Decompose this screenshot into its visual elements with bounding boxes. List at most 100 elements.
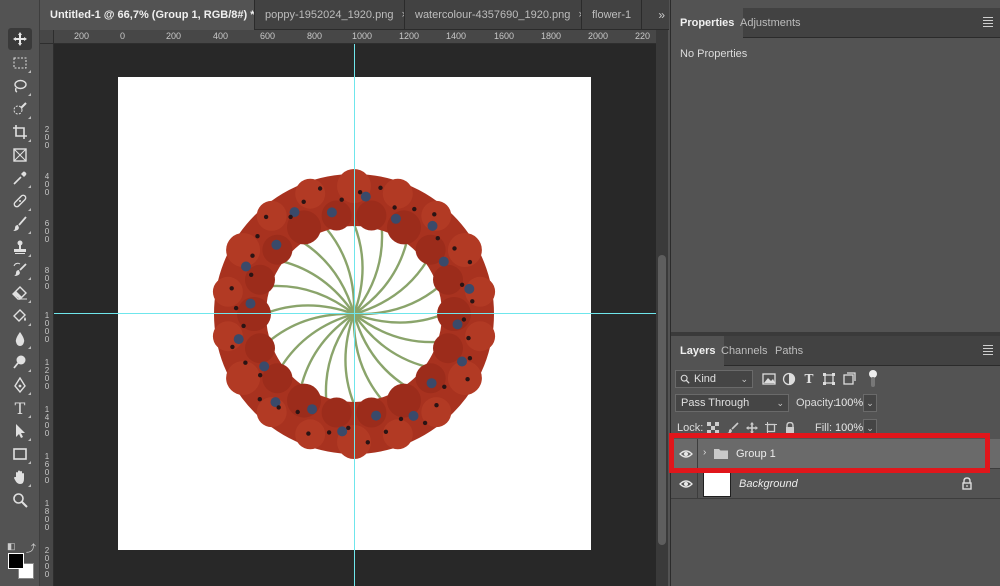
panel-menu-icon[interactable] (983, 17, 993, 29)
tab-adjustments[interactable]: Adjustments (731, 8, 810, 38)
poppy-spot (432, 212, 437, 217)
poppy-center (371, 410, 382, 421)
type-tool[interactable]: T (8, 397, 32, 419)
crop-tool[interactable] (8, 121, 32, 143)
lock-pixels-icon[interactable] (726, 421, 740, 435)
ruler-label: 1000 (352, 31, 373, 41)
wreath-stem (352, 223, 364, 315)
adjustment-layer-filter-icon[interactable] (781, 371, 797, 387)
healing-brush-tool[interactable] (8, 190, 32, 212)
poppy-petal (245, 333, 275, 364)
document-tab[interactable]: Untitled-1 @ 66,7% (Group 1, RGB/8#) * × (40, 0, 255, 30)
ruler-label: 2000 (44, 546, 50, 579)
dodge-tool[interactable] (8, 351, 32, 373)
expand-chevron-icon[interactable]: › (703, 447, 706, 458)
poppy-petal (295, 178, 326, 209)
poppy-spot (317, 186, 323, 191)
clone-stamp-tool[interactable] (8, 236, 32, 258)
marquee-tool[interactable] (8, 52, 32, 74)
poppy-petal (321, 397, 352, 428)
panel-menu-icon[interactable] (983, 345, 993, 357)
eyedropper-tool[interactable] (8, 167, 32, 189)
path-selection-tool[interactable] (8, 420, 32, 442)
horizontal-guide[interactable] (54, 313, 656, 314)
lock-artboard-icon[interactable] (764, 421, 778, 435)
lock-position-icon[interactable] (745, 421, 759, 435)
visibility-eye-icon[interactable] (679, 447, 693, 461)
visibility-eye-icon[interactable] (679, 477, 693, 491)
shape-layer-filter-icon[interactable] (821, 371, 837, 387)
ruler-label: 1800 (44, 499, 50, 532)
vertical-guide[interactable] (354, 44, 355, 586)
poppy-center (452, 319, 463, 330)
poppy-spot (412, 206, 417, 212)
blend-mode-select[interactable]: Pass Through ⌄ (675, 394, 789, 412)
paint-bucket-tool[interactable] (8, 305, 32, 327)
eraser-tool[interactable] (8, 282, 32, 304)
stamp-icon (14, 240, 26, 254)
chevron-down-icon: ⌄ (776, 398, 784, 408)
poppy-center (245, 298, 256, 309)
history-brush-tool[interactable] (8, 259, 32, 281)
move-icon (13, 32, 27, 46)
pen-tool[interactable] (8, 374, 32, 396)
type-layer-filter-icon[interactable]: T (801, 371, 817, 387)
tab-paths[interactable]: Paths (766, 336, 812, 366)
zoom-tool[interactable] (8, 489, 32, 511)
default-colors-icon[interactable]: ◧ (7, 541, 16, 552)
vertical-ruler[interactable]: 200 400 600 800 1000 1200 1400 1600 1800… (40, 44, 54, 586)
folder-icon (713, 447, 729, 460)
scrollbar-thumb[interactable] (658, 255, 666, 545)
poppy-petal (415, 363, 446, 394)
bucket-icon (13, 309, 26, 322)
layer-row-group-1[interactable]: › Group 1 (671, 439, 1000, 469)
poppy-spot (465, 377, 470, 382)
opacity-input[interactable]: 100% (832, 394, 863, 412)
document-tab[interactable]: flower-1 (582, 0, 642, 30)
quick-selection-tool[interactable] (8, 98, 32, 120)
poppy-center (307, 404, 318, 415)
lock-all-icon[interactable] (783, 421, 797, 435)
poppy-spot (398, 416, 404, 422)
move-tool[interactable] (8, 28, 32, 50)
blend-row: Pass Through ⌄ Opacity: 100% ⌄ (675, 394, 997, 414)
canvas-area[interactable] (54, 44, 656, 586)
pixel-layer-filter-icon[interactable] (761, 371, 777, 387)
fill-dropdown[interactable]: ⌄ (863, 419, 877, 437)
brush-tool[interactable] (8, 213, 32, 235)
poppy-center (457, 356, 467, 367)
document-tab[interactable]: watercolour-4357690_1920.png × (405, 0, 582, 30)
swap-colors-icon[interactable]: ⤴ (26, 540, 36, 555)
smart-object-filter-icon[interactable] (841, 371, 857, 387)
lock-icon (961, 477, 973, 490)
filter-toggle[interactable] (869, 370, 877, 388)
poppy-spot (263, 214, 269, 220)
frame-tool[interactable] (8, 144, 32, 166)
lock-row: Lock: Fill: 100% ⌄ (675, 419, 997, 439)
arrow-icon (16, 424, 25, 438)
poppy-spot (229, 286, 234, 291)
poppy-petal (433, 264, 463, 295)
chevron-down-icon: ⌄ (740, 374, 748, 384)
poppy-spot (301, 199, 306, 204)
ruler-origin[interactable] (40, 30, 54, 44)
lasso-tool[interactable] (8, 75, 32, 97)
photoshop-window: T ◧ ⤴ Untitled-1 @ 66,7% (Group 1, RGB/8… (0, 0, 1000, 586)
foreground-color-swatch[interactable] (8, 553, 24, 569)
poppy-center (390, 213, 401, 224)
blur-tool[interactable] (8, 328, 32, 350)
hand-tool[interactable] (8, 466, 32, 488)
lock-transparent-icon[interactable] (706, 421, 720, 435)
dodge-icon (13, 355, 26, 369)
layer-name[interactable]: Background (739, 478, 798, 490)
layer-name[interactable]: Group 1 (736, 448, 776, 460)
vertical-scrollbar[interactable] (656, 30, 668, 586)
horizontal-ruler[interactable]: 200 0 200 400 600 800 1000 1200 1400 160… (54, 30, 656, 44)
tab-overflow-button[interactable]: » (658, 0, 665, 30)
rectangle-tool[interactable] (8, 443, 32, 465)
opacity-dropdown[interactable]: ⌄ (863, 394, 877, 412)
fill-input[interactable]: 100% (832, 419, 863, 437)
filter-kind-select[interactable]: Kind ⌄ (675, 370, 753, 388)
layer-row-background[interactable]: Background (671, 469, 1000, 499)
document-tab[interactable]: poppy-1952024_1920.png × (255, 0, 405, 30)
